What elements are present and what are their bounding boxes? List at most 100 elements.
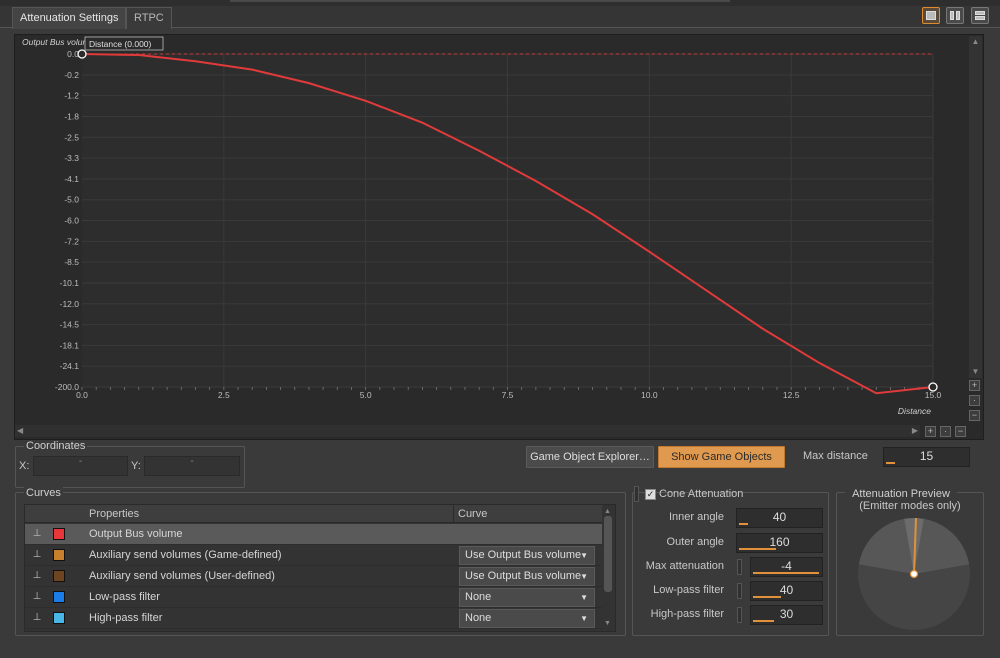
cone-field-input[interactable]: 40 bbox=[750, 581, 823, 601]
curve-start-point bbox=[77, 49, 87, 59]
column-curve[interactable]: Curve bbox=[458, 508, 487, 520]
max-distance-field[interactable]: 15 bbox=[883, 447, 970, 467]
cone-field-slider-fill bbox=[739, 548, 776, 550]
cone-field-value: 30 bbox=[779, 607, 794, 621]
scroll-up-icon[interactable]: ▲ bbox=[969, 36, 982, 48]
zoom-out-horizontal-button[interactable]: − bbox=[955, 426, 966, 437]
cone-gripper[interactable] bbox=[634, 486, 639, 502]
curve-row[interactable]: ⊥ Output Bus volume bbox=[25, 524, 603, 545]
curve-dropdown-value: None bbox=[465, 591, 492, 603]
attenuation-curve-graph[interactable]: 0.0 -0.2 -1.2 -1.8 -2.5 -3.3 -4.1 -5.0 -6.0 -7.2 -… bbox=[15, 35, 970, 425]
rtpc-gripper[interactable] bbox=[737, 559, 742, 575]
split-horizontal-icon bbox=[975, 11, 985, 15]
cone-field-slider-fill bbox=[753, 572, 820, 574]
table-scroll-up-icon[interactable]: ▲ bbox=[604, 508, 611, 515]
cone-field-value: 160 bbox=[769, 535, 790, 549]
cone-field-label: High-pass filter bbox=[650, 608, 724, 620]
preview-subtitle: (Emitter modes only) bbox=[859, 500, 961, 512]
pin-icon[interactable]: ⊥ bbox=[31, 591, 43, 604]
pin-icon[interactable]: ⊥ bbox=[31, 612, 43, 625]
max-distance-label: Max distance bbox=[803, 450, 868, 462]
game-object-explorer-button[interactable]: Game Object Explorer… bbox=[526, 446, 654, 468]
y-tick-label: -14.5 bbox=[60, 320, 80, 330]
column-properties[interactable]: Properties bbox=[89, 508, 139, 520]
tab-attenuation-settings[interactable]: Attenuation Settings bbox=[12, 7, 127, 29]
y-tick-label: -3.3 bbox=[64, 153, 79, 163]
emitter-point bbox=[909, 569, 919, 579]
scroll-left-icon[interactable]: ◀ bbox=[17, 426, 23, 435]
curve-color-swatch[interactable] bbox=[53, 549, 65, 561]
chevron-down-icon: ▼ bbox=[580, 572, 588, 581]
cone-field-label: Inner angle bbox=[668, 511, 724, 523]
curve-row[interactable]: ⊥ Auxiliary send volumes (Game-defined) Us… bbox=[25, 545, 603, 566]
preview-title: Attenuation Preview bbox=[845, 488, 957, 500]
cone-field-value: 40 bbox=[779, 583, 794, 597]
cone-field-label: Max attenuation bbox=[645, 560, 724, 572]
pin-icon[interactable]: ⊥ bbox=[31, 528, 43, 541]
y-tick-label: -5.0 bbox=[64, 195, 79, 205]
rtpc-gripper[interactable] bbox=[737, 607, 742, 623]
zoom-in-horizontal-button[interactable]: + bbox=[925, 426, 936, 437]
curve-dropdown[interactable]: None ▼ bbox=[459, 588, 595, 607]
curve-dropdown[interactable]: None ▼ bbox=[459, 609, 595, 628]
zoom-fit-vertical-button[interactable]: · bbox=[969, 395, 980, 406]
curves-title: Curves bbox=[24, 487, 63, 499]
table-scroll-thumb[interactable] bbox=[604, 516, 612, 592]
curve-color-swatch[interactable] bbox=[53, 612, 65, 624]
coordinates-title: Coordinates bbox=[24, 440, 88, 452]
curve-row-name: High-pass filter bbox=[89, 612, 163, 624]
y-tick-label: -10.1 bbox=[60, 278, 80, 288]
curve-row-name: Low-pass filter bbox=[89, 591, 160, 603]
curve-dropdown[interactable]: Use Output Bus volume ▼ bbox=[459, 546, 595, 565]
curve-row[interactable]: ⊥ High-pass filter None ▼ bbox=[25, 608, 603, 629]
y-tick-label: -18.1 bbox=[60, 340, 80, 350]
zoom-in-vertical-button[interactable]: + bbox=[969, 380, 980, 391]
curve-color-swatch[interactable] bbox=[53, 528, 65, 540]
cone-field-value: -4 bbox=[781, 559, 792, 573]
cone-field-slider-fill bbox=[753, 620, 774, 622]
cone-field-input[interactable]: 30 bbox=[750, 605, 823, 625]
curve-row-name: Auxiliary send volumes (Game-defined) bbox=[89, 549, 282, 561]
split-horizontal-button[interactable] bbox=[971, 7, 989, 24]
rtpc-gripper[interactable] bbox=[737, 583, 742, 599]
cone-field-label: Outer angle bbox=[666, 536, 724, 548]
curve-row[interactable]: ⊥ Low-pass filter None ▼ bbox=[25, 587, 603, 608]
curve-row[interactable]: ⊥ Auxiliary send volumes (User-defined) Us… bbox=[25, 566, 603, 587]
pin-icon[interactable]: ⊥ bbox=[31, 549, 43, 562]
split-vertical-icon-right bbox=[956, 11, 960, 20]
curve-color-swatch[interactable] bbox=[53, 570, 65, 582]
scroll-right-icon[interactable]: ▶ bbox=[912, 426, 918, 435]
x-tick-label: 10.0 bbox=[641, 390, 658, 400]
tooltip-text: Distance (0.000) bbox=[89, 39, 152, 49]
zoom-fit-horizontal-button[interactable]: · bbox=[940, 426, 951, 437]
cone-attenuation-title: Cone Attenuation bbox=[659, 488, 744, 500]
tab-rtpc[interactable]: RTPC bbox=[126, 7, 172, 29]
cone-field-input[interactable]: -4 bbox=[750, 557, 823, 577]
coord-x-field[interactable]: - bbox=[33, 456, 128, 476]
curve-dropdown[interactable]: Use Output Bus volume ▼ bbox=[459, 567, 595, 586]
scroll-down-icon[interactable]: ▼ bbox=[969, 366, 982, 378]
y-axis-label: Output Bus volume bbox=[22, 37, 95, 47]
y-tick-label: -2.5 bbox=[64, 132, 79, 142]
x-tick-label: 12.5 bbox=[783, 390, 800, 400]
curves-table-scrollbar[interactable]: ▲ ▼ bbox=[602, 506, 614, 630]
chevron-down-icon: ▼ bbox=[580, 614, 588, 623]
x-axis-label: Distance bbox=[898, 406, 931, 416]
cone-field-input[interactable]: 160 bbox=[736, 533, 823, 553]
x-tick-label: 0.0 bbox=[76, 390, 88, 400]
cone-attenuation-checkbox[interactable]: ✓ bbox=[645, 489, 656, 500]
zoom-out-vertical-button[interactable]: − bbox=[969, 410, 980, 421]
y-tick-label: -4.1 bbox=[64, 174, 79, 184]
pin-icon[interactable]: ⊥ bbox=[31, 570, 43, 583]
graph-horizontal-scrollbar[interactable]: ◀ ▶ bbox=[15, 425, 920, 437]
curve-color-swatch[interactable] bbox=[53, 591, 65, 603]
cone-field-slider-fill bbox=[753, 596, 781, 598]
split-vertical-button[interactable] bbox=[946, 7, 964, 24]
single-view-icon bbox=[926, 11, 936, 20]
single-view-button[interactable] bbox=[922, 7, 940, 24]
graph-vertical-scrollbar[interactable]: ▲ ▼ bbox=[969, 36, 982, 378]
cone-field-input[interactable]: 40 bbox=[736, 508, 823, 528]
table-scroll-down-icon[interactable]: ▼ bbox=[604, 620, 611, 627]
show-game-objects-button[interactable]: Show Game Objects bbox=[658, 446, 785, 468]
coord-y-field[interactable]: - bbox=[144, 456, 240, 476]
